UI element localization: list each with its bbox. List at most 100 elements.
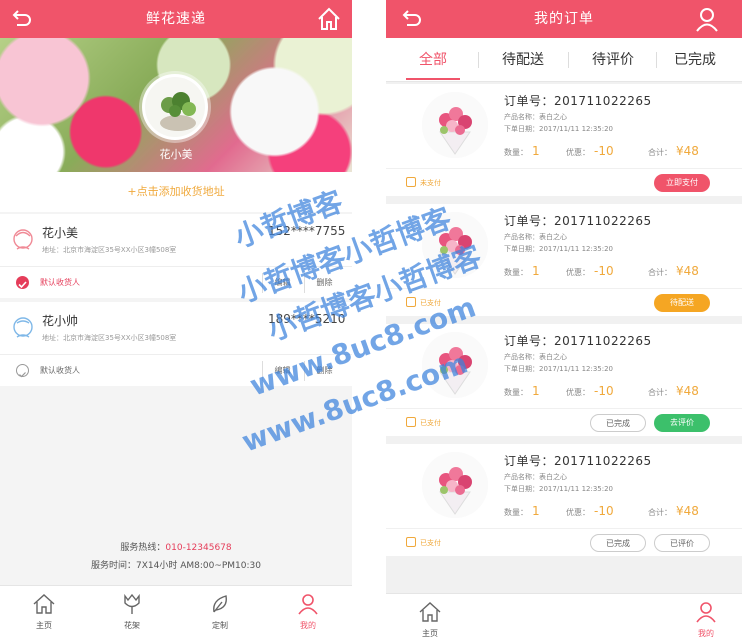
tab-label: 主页 bbox=[422, 629, 438, 638]
total-value: ¥48 bbox=[676, 264, 699, 278]
address-name: 花小美 bbox=[42, 226, 79, 240]
order-footer: 已支付 已完成 去评价 bbox=[386, 408, 742, 436]
discount-label: 优惠： bbox=[566, 268, 590, 277]
leaf-icon bbox=[213, 595, 227, 613]
order-action-button[interactable]: 已完成 bbox=[590, 414, 646, 432]
discount: 优惠： -10 bbox=[566, 384, 614, 398]
quantity-label: 数量： bbox=[504, 388, 528, 397]
order-card[interactable]: 订单号：201711022265 产品名称：表白之心 下单日期：2017/11/11… bbox=[386, 84, 742, 196]
male-avatar-icon bbox=[12, 316, 34, 344]
order-tabs: 全部 待配送 待评价 已完成 bbox=[386, 38, 742, 82]
edit-button[interactable]: 编辑 bbox=[262, 273, 302, 293]
quantity: 数量： 1 bbox=[504, 384, 540, 398]
bouquet-image bbox=[422, 212, 488, 278]
order-card[interactable]: 订单号：201711022265 产品名称：表白之心 下单日期：2017/11/11… bbox=[386, 204, 742, 316]
tab-all[interactable]: 全部 bbox=[390, 38, 476, 82]
tab-label: 主页 bbox=[36, 621, 52, 630]
order-footer: 已支付 已完成 已评价 bbox=[386, 528, 742, 556]
tab-mine[interactable]: 我的 bbox=[264, 586, 352, 639]
total-label: 合计： bbox=[648, 508, 672, 517]
address-name: 花小帅 bbox=[42, 314, 79, 328]
total-label: 合计： bbox=[648, 268, 672, 277]
total-value: ¥48 bbox=[676, 144, 699, 158]
discount: 优惠： -10 bbox=[566, 504, 614, 518]
header-bar: 鲜花速递 bbox=[0, 0, 352, 38]
checked-icon[interactable] bbox=[16, 276, 29, 289]
order-action-button[interactable]: 待配送 bbox=[654, 294, 710, 312]
avatar[interactable] bbox=[142, 74, 208, 140]
home-icon bbox=[33, 594, 55, 614]
order-footer: 未支付 立即支付 bbox=[386, 168, 742, 196]
address-item[interactable]: 花小美 152****7755 地址：北京市海淀区35号XX小区3幢508室 bbox=[0, 214, 352, 266]
tab-home[interactable]: 主页 bbox=[0, 586, 88, 639]
tab-label: 我的 bbox=[698, 629, 714, 638]
discount-value: -10 bbox=[594, 144, 614, 158]
address-phone: 189****5210 bbox=[268, 312, 346, 326]
user-icon bbox=[298, 594, 318, 615]
total-value: ¥48 bbox=[676, 504, 699, 518]
total: 合计： ¥48 bbox=[648, 384, 699, 398]
service-hotline: 服务热线：010-12345678 bbox=[0, 540, 352, 553]
page-title: 鲜花速递 bbox=[146, 11, 206, 27]
bouquet-image bbox=[422, 92, 488, 158]
user-icon[interactable] bbox=[694, 6, 720, 32]
unchecked-icon[interactable] bbox=[16, 364, 29, 378]
header-bar: 我的订单 bbox=[386, 0, 742, 38]
delete-button[interactable]: 删除 bbox=[304, 273, 344, 293]
tab-label: 定制 bbox=[212, 621, 228, 630]
tulip-icon bbox=[124, 593, 140, 614]
discount: 优惠： -10 bbox=[566, 264, 614, 278]
address-screen: 鲜花速递 花小美 +点击添加收货地址 花小美 152****7755 地址：北京… bbox=[0, 0, 352, 639]
order-action-button[interactable]: 立即支付 bbox=[654, 174, 710, 192]
bottom-tab-bar: 主页 花架 定制 我的 bbox=[0, 585, 352, 639]
tab-label: 我的 bbox=[300, 621, 316, 630]
discount: 优惠： -10 bbox=[566, 144, 614, 158]
home-icon bbox=[419, 602, 441, 622]
address-detail: 地址：北京市海淀区35号XX小区3幢508室 bbox=[42, 246, 177, 254]
quantity: 数量： 1 bbox=[504, 144, 540, 158]
orders-screen: 我的订单 全部 待配送 待评价 已完成 订单号：201711022265 产品名称… bbox=[386, 0, 742, 639]
hotline-number[interactable]: 010-12345678 bbox=[165, 543, 231, 553]
default-label: 默认收货人 bbox=[40, 278, 80, 287]
product-name: 产品名称：表白之心 bbox=[504, 353, 567, 361]
address-detail: 地址：北京市海淀区35号XX小区3幢508室 bbox=[42, 334, 177, 342]
total: 合计： ¥48 bbox=[648, 144, 699, 158]
tab-shelf[interactable]: 花架 bbox=[88, 586, 176, 639]
address-card: 花小帅 189****5210 地址：北京市海淀区35号XX小区3幢508室 默… bbox=[0, 302, 352, 386]
order-card[interactable]: 订单号：201711022265 产品名称：表白之心 下单日期：2017/11/11… bbox=[386, 444, 742, 556]
discount-label: 优惠： bbox=[566, 148, 590, 157]
address-item[interactable]: 花小帅 189****5210 地址：北京市海淀区35号XX小区3幢508室 bbox=[0, 302, 352, 354]
add-address-button[interactable]: +点击添加收货地址 bbox=[0, 172, 352, 212]
wallet-icon bbox=[406, 417, 416, 427]
order-number: 订单号：201711022265 bbox=[504, 94, 652, 108]
order-action-button[interactable]: 去评价 bbox=[654, 414, 710, 432]
order-action-button[interactable]: 已完成 bbox=[590, 534, 646, 552]
delete-button[interactable]: 删除 bbox=[304, 361, 344, 381]
home-icon[interactable] bbox=[316, 6, 342, 32]
order-footer: 已支付 待配送 bbox=[386, 288, 742, 316]
order-action-button[interactable]: 已评价 bbox=[654, 534, 710, 552]
order-card[interactable]: 订单号：201711022265 产品名称：表白之心 下单日期：2017/11/11… bbox=[386, 324, 742, 436]
tab-to-deliver[interactable]: 待配送 bbox=[480, 38, 566, 82]
tab-home[interactable]: 主页 bbox=[386, 594, 474, 639]
tab-custom[interactable]: 定制 bbox=[176, 586, 264, 639]
tab-mine[interactable]: 我的 bbox=[662, 594, 742, 639]
quantity: 数量： 1 bbox=[504, 504, 540, 518]
edit-button[interactable]: 编辑 bbox=[262, 361, 302, 381]
quantity-label: 数量： bbox=[504, 148, 528, 157]
discount-label: 优惠： bbox=[566, 388, 590, 397]
total-label: 合计： bbox=[648, 388, 672, 397]
divider bbox=[568, 52, 569, 68]
order-date: 下单日期：2017/11/11 12:35:20 bbox=[504, 245, 614, 253]
wallet-icon bbox=[406, 177, 416, 187]
total-label: 合计： bbox=[648, 148, 672, 157]
discount-label: 优惠： bbox=[566, 508, 590, 517]
address-options: 默认收货人 编辑 删除 bbox=[0, 354, 352, 386]
order-number: 订单号：201711022265 bbox=[504, 334, 652, 348]
wallet-icon bbox=[406, 297, 416, 307]
address-options: 默认收货人 编辑 删除 bbox=[0, 266, 352, 298]
tab-to-review[interactable]: 待评价 bbox=[570, 38, 656, 82]
tab-completed[interactable]: 已完成 bbox=[652, 38, 738, 82]
order-date: 下单日期：2017/11/11 12:35:20 bbox=[504, 485, 614, 493]
order-number: 订单号：201711022265 bbox=[504, 454, 652, 468]
